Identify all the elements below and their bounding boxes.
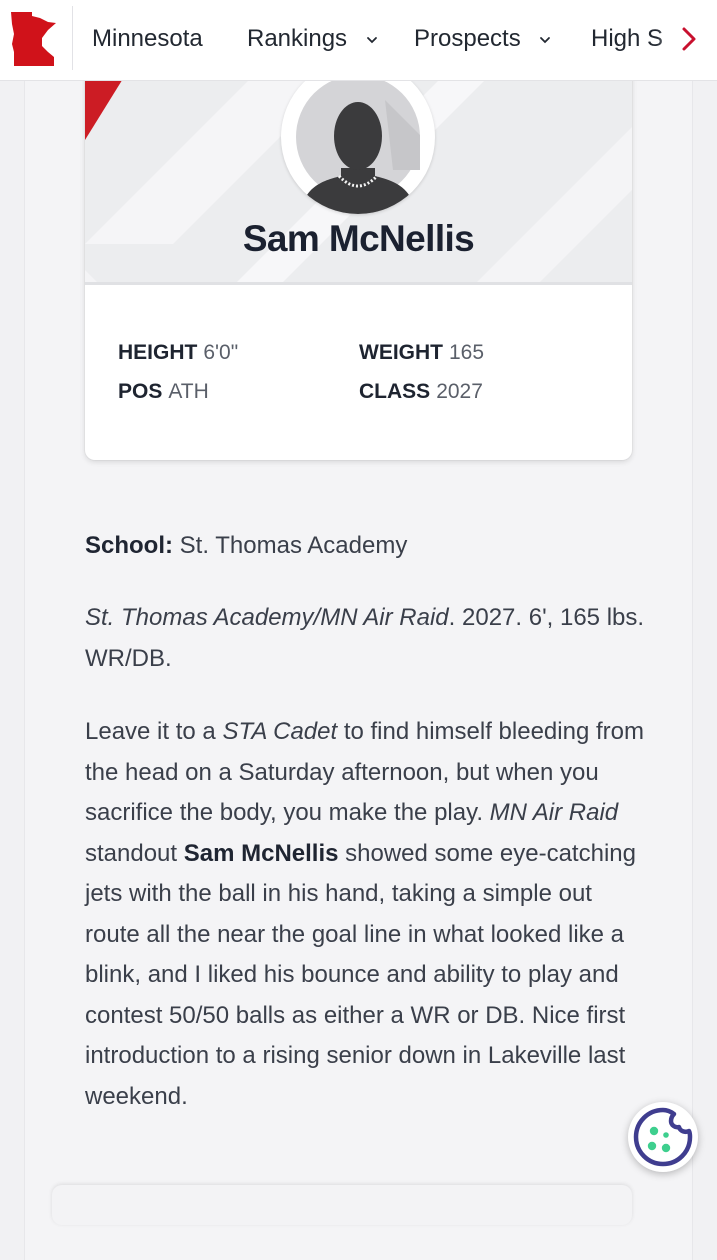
nav-item-rankings[interactable]: Rankings bbox=[247, 22, 378, 56]
nav-item-high-school[interactable]: High S bbox=[591, 22, 663, 56]
stat-label: WEIGHT bbox=[359, 341, 443, 364]
chevron-down-icon bbox=[540, 36, 551, 43]
stat-label: CLASS bbox=[359, 380, 431, 403]
player-meta: St. Thomas Academy/MN Air Raid. 2027. 6'… bbox=[85, 598, 645, 679]
cookie-icon bbox=[633, 1107, 693, 1167]
body-italic-team: MN Air Raid bbox=[489, 799, 619, 826]
stat-position: POS ATH bbox=[118, 380, 209, 404]
school-label: School: bbox=[85, 532, 173, 559]
player-meta-teams: St. Thomas Academy/MN Air Raid bbox=[85, 604, 449, 631]
nav-item-label: High S bbox=[591, 25, 664, 52]
stat-label: POS bbox=[118, 380, 163, 403]
body-italic-team: STA Cadet bbox=[222, 718, 338, 745]
stat-value: 2027 bbox=[436, 380, 483, 403]
top-navigation: Minnesota Rankings Prospects High S bbox=[0, 0, 717, 81]
cookie-settings-button[interactable] bbox=[628, 1102, 698, 1172]
person-silhouette-icon bbox=[296, 75, 420, 214]
article-body: Leave it to a STA Cadet to find himself … bbox=[85, 712, 645, 1117]
stat-weight: WEIGHT 165 bbox=[359, 341, 484, 365]
school-line: School: St. Thomas Academy bbox=[85, 526, 645, 567]
school-value: St. Thomas Academy bbox=[179, 532, 408, 559]
nav-item-label: Prospects bbox=[414, 25, 521, 52]
body-text: showed some eye-catching jets with the b… bbox=[85, 839, 636, 1110]
minnesota-logo-icon[interactable] bbox=[8, 10, 60, 68]
body-text: standout bbox=[85, 839, 184, 867]
nav-item-minnesota[interactable]: Minnesota bbox=[92, 22, 203, 56]
nav-divider bbox=[72, 6, 73, 70]
stat-label: HEIGHT bbox=[118, 341, 198, 364]
stat-class: CLASS 2027 bbox=[359, 380, 483, 404]
stat-height: HEIGHT 6'0" bbox=[118, 341, 238, 365]
player-name: Sam McNellis bbox=[242, 218, 475, 259]
stat-value: ATH bbox=[168, 380, 209, 403]
card-divider bbox=[85, 282, 632, 285]
body-player-name: Sam McNellis bbox=[183, 839, 339, 867]
player-avatar bbox=[281, 60, 435, 214]
nav-item-label: Minnesota bbox=[92, 25, 203, 52]
chevron-right-icon[interactable] bbox=[679, 24, 699, 54]
stat-value: 165 bbox=[449, 341, 485, 364]
next-card bbox=[52, 1185, 632, 1225]
body-text: Leave it to a bbox=[85, 718, 223, 745]
player-profile-card: Sam McNellis HEIGHT 6'0" WEIGHT 165 POS ATH… bbox=[85, 40, 632, 460]
stat-value: 6'0" bbox=[203, 341, 239, 364]
chevron-down-icon bbox=[366, 36, 377, 43]
nav-item-prospects[interactable]: Prospects bbox=[414, 22, 551, 56]
nav-item-label: Rankings bbox=[247, 25, 348, 52]
